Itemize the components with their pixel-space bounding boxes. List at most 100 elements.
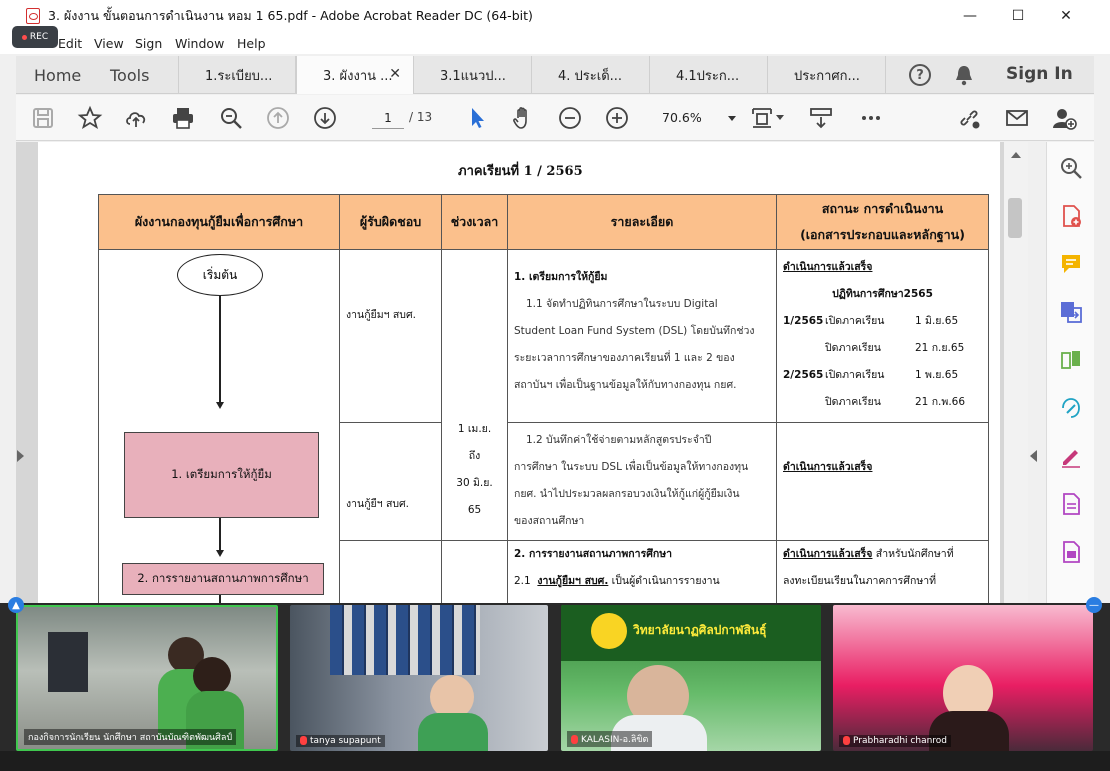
tab-document-6[interactable]: ประกาศก... [768,56,886,94]
detail-cell: 1. เตรียมการให้กู้ยืม 1.1 จัดทำปฏิทินการ… [507,249,777,423]
detail-line: การศึกษา ในระบบ DSL เพื่อเป็นข้อมูลให้ทา… [514,461,749,473]
cloud-upload-icon[interactable] [123,105,149,131]
window-title: 3. ผังงาน ขั้นตอนการดำเนินงาน หอม 1 65.p… [48,8,533,23]
scroll-mode-icon[interactable] [808,105,834,131]
detail-line: 1.1 จัดทำปฏิทินการศึกษาในระบบ Digital [526,298,718,310]
menu-help[interactable]: Help [237,36,266,51]
vertical-scrollbar[interactable] [1004,142,1028,607]
search-zoom-icon[interactable] [218,105,244,131]
menu-view[interactable]: View [94,36,124,51]
calendar-row: 2/2565 เปิดภาคเรียน 1 พ.ย.65 [783,369,959,381]
email-icon[interactable] [1004,105,1030,131]
tab-label: 4.1ประก... [676,68,740,84]
zoom-in-icon[interactable] [604,105,630,131]
tab-document-5[interactable]: 4.1ประก... [650,56,768,94]
export-pdf-icon[interactable] [1059,300,1083,324]
document-viewport[interactable]: ภาคเรียนที่ 1 / 2565 ผังงานกองทุนกู้ยืมเ… [16,142,1028,612]
video-conference-strip: กองกิจการนักเรียน นักศึกษา สถาบันบัณฑิตพ… [0,603,1110,771]
video-tile[interactable]: กองกิจการนักเรียน นักศึกษา สถาบันบัณฑิตพ… [16,605,278,751]
help-icon[interactable]: ? [909,64,931,86]
fill-sign-icon[interactable] [1059,444,1083,468]
print-icon[interactable] [170,105,196,131]
menu-sign[interactable]: Sign [135,36,162,51]
zoom-search-icon[interactable] [1059,156,1083,180]
right-tools-panel [1046,142,1094,607]
menu-edit[interactable]: Edit [58,36,82,51]
pdf-document-icon[interactable] [1059,492,1083,516]
detail-line: Student Loan Fund System (DSL) โดยบันทึก… [514,325,755,337]
responsible-text: งานกู้ยืฯ สบศ. [346,498,410,510]
flow-connector [219,296,221,404]
protect-icon[interactable] [1059,540,1083,564]
home-link[interactable]: Home [34,66,81,85]
add-user-icon[interactable] [1051,105,1077,131]
tab-label: 4. ประเด็... [558,68,623,84]
video-scene [48,632,88,692]
hand-tool-icon[interactable] [510,105,536,131]
minimize-video-icon[interactable]: — [1086,597,1102,613]
organize-pages-icon[interactable] [1059,348,1083,372]
header-flowchart: ผังงานกองทุนกู้ยืมเพื่อการศึกษา [98,194,340,250]
page-total: / 13 [409,110,433,124]
page-fit-icon[interactable] [749,105,775,131]
record-dot-icon [21,34,27,40]
bookmark-star-icon[interactable] [77,105,103,131]
create-pdf-icon[interactable] [1059,204,1083,228]
header-responsible: ผู้รับผิดชอบ [339,194,442,250]
period-line: 65 [467,504,482,516]
tabs-bar: Home Tools 1.ระเบียบ... 3. ผังงาน ... ✕ … [16,56,1094,94]
menu-window[interactable]: Window [175,36,224,51]
video-tile[interactable]: Prabharadhi chanrod [833,605,1093,751]
pdf-page: ภาคเรียนที่ 1 / 2565 ผังงานกองทุนกู้ยืมเ… [38,142,1000,612]
collapse-right-panel-icon[interactable] [1030,450,1037,462]
detail-cell: 2. การรายงานสถานภาพการศึกษา 2.1 งานกู้ยื… [507,540,777,612]
table-header-row: ผังงานกองทุนกู้ยืมเพื่อการศึกษา ผู้รับผิ… [98,194,989,250]
participant-name: tanya supapunt [296,735,385,747]
period-line: 30 มิ.ย. [456,477,493,489]
maximize-button[interactable]: ☐ [998,4,1038,28]
detail-line: 1.2 บันทึกค่าใช้จ่ายตามหลักสูตรประจำปี [526,434,712,446]
muted-mic-icon [571,735,578,744]
next-page-icon[interactable] [312,105,338,131]
tab-label: 3. ผังงาน ... [323,68,393,84]
flow-step-report: 2. การรายงานสถานภาพการศึกษา [122,563,324,595]
sign-in-button[interactable]: Sign In [1006,64,1073,84]
acrobat-window: 3. ผังงาน ขั้นตอนการดำเนินงาน หอม 1 65.p… [0,0,1110,771]
minimize-button[interactable]: — [950,4,990,28]
status-done: ดำเนินการแล้วเสร็จ [783,461,873,473]
previous-page-icon[interactable] [265,105,291,131]
comment-icon[interactable] [1059,252,1083,276]
save-icon[interactable] [30,105,56,131]
flow-connector [219,518,221,552]
responsible-cell: งานกู้ยืมฯ สบศ. [339,249,442,423]
tab-document-2[interactable]: 3. ผังงาน ... ✕ [296,56,414,94]
tab-document-3[interactable]: 3.1แนวป... [414,56,532,94]
share-link-icon[interactable] [956,105,982,131]
video-tile[interactable]: tanya supapunt [290,605,548,751]
notification-bell-icon[interactable] [954,64,974,86]
detail-line: ระยะเวลาการศึกษาของภาคเรียนที่ 1 และ 2 ข… [514,352,735,364]
collapse-left-panel-icon[interactable] [17,450,24,462]
tab-document-1[interactable]: 1.ระเบียบ... [178,56,296,94]
period-line: 1 เม.ย. [457,423,492,435]
scroll-up-icon[interactable] [1011,152,1021,158]
chevron-down-icon[interactable] [776,115,784,120]
more-tools-icon[interactable] [858,105,884,131]
close-button[interactable]: ✕ [1046,4,1086,28]
edit-pdf-icon[interactable] [1059,396,1083,420]
scrollbar-thumb[interactable] [1008,198,1022,238]
share-screen-icon[interactable]: ▲ [8,597,24,613]
responsible-text: งานกู้ยืมฯ สบศ. [346,309,416,321]
tab-document-4[interactable]: 4. ประเด็... [532,56,650,94]
tools-link[interactable]: Tools [110,66,149,85]
detail-line: 2.1 งานกู้ยืมฯ สบศ. เป็นผู้ดำเนินการรายง… [514,575,720,587]
page-number-input[interactable]: 1 [372,107,404,129]
tab-close-icon[interactable]: ✕ [389,66,401,82]
zoom-out-icon[interactable] [557,105,583,131]
detail-heading: 2. การรายงานสถานภาพการศึกษา [514,548,673,560]
status-line: ลงทะเบียนเรียนในภาคการศึกษาที่ [783,575,937,587]
semester-heading: ภาคเรียนที่ 1 / 2565 [458,164,583,179]
select-cursor-icon[interactable] [464,105,490,131]
zoom-level-dropdown[interactable]: 70.6% [656,107,742,129]
video-tile[interactable]: วิทยาลัยนาฏศิลปกาฬสินธุ์ KALASIN-อ.ลิขิต [561,605,821,751]
